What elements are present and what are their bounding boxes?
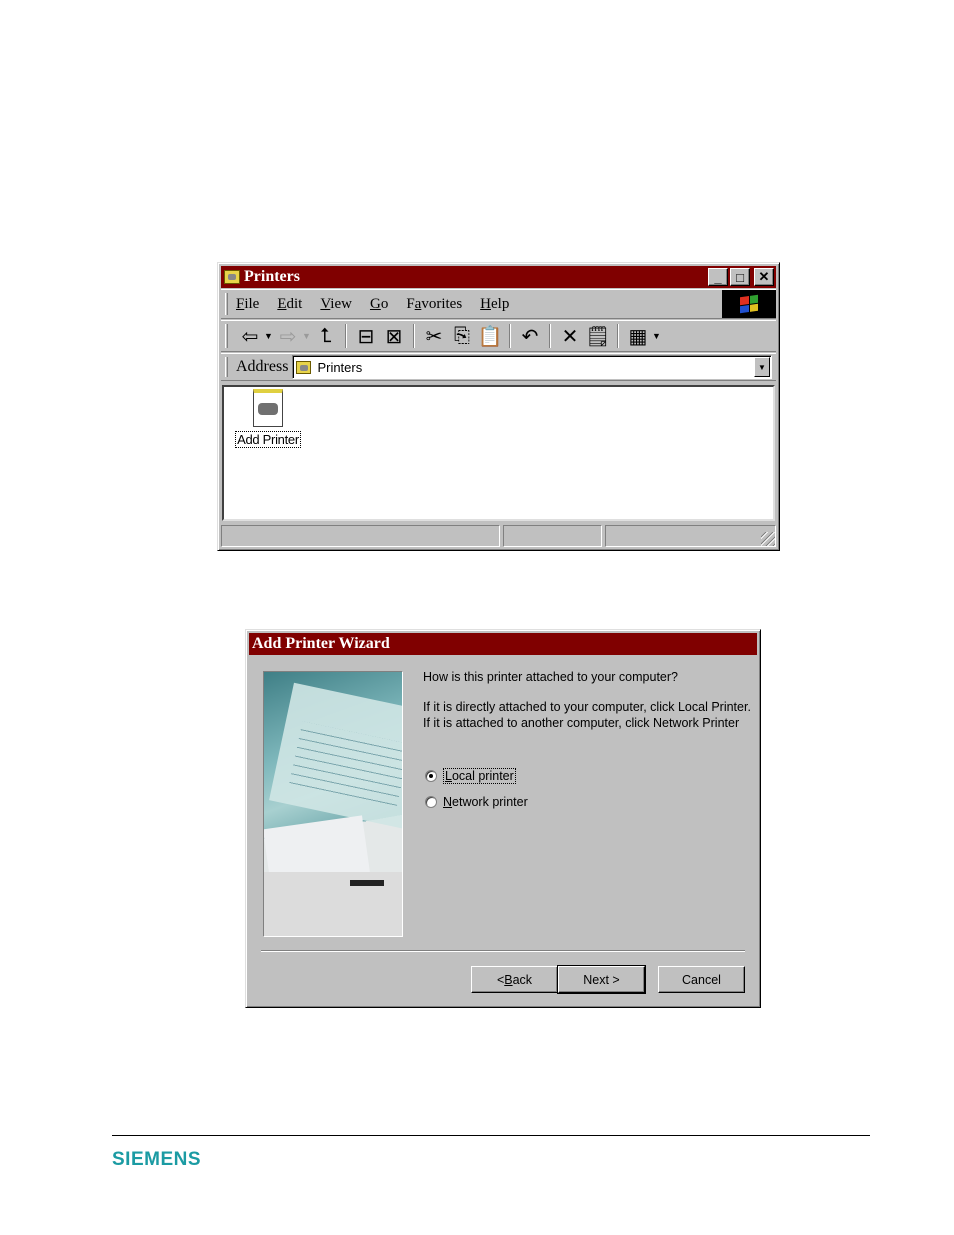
add-printer-label: Add Printer xyxy=(235,431,301,448)
siemens-logo: SIEMENS xyxy=(112,1149,202,1170)
printers-folder-icon xyxy=(296,360,312,374)
status-pane-3 xyxy=(605,525,776,547)
toolbar-separator xyxy=(509,324,511,348)
menu-bar: File Edit View Go Favorites Help xyxy=(221,289,776,319)
wizard-separator xyxy=(261,950,745,952)
menu-go[interactable]: Go xyxy=(370,296,388,313)
folder-content-pane[interactable]: Add Printer xyxy=(222,385,775,521)
address-dropdown-icon[interactable]: ▼ xyxy=(754,357,770,377)
address-grip[interactable] xyxy=(225,356,228,378)
toolbar-separator xyxy=(345,324,347,348)
status-pane-1 xyxy=(221,525,500,547)
menu-help[interactable]: Help xyxy=(480,296,509,313)
views-dropdown-icon[interactable]: ▼ xyxy=(652,331,662,341)
window-title: Printers xyxy=(244,268,300,285)
windows-flag-icon xyxy=(740,294,758,314)
wizard-title-bar[interactable]: Add Printer Wizard xyxy=(249,633,757,655)
local-printer-radio[interactable] xyxy=(425,770,437,782)
map-drive-icon[interactable]: ⊟ xyxy=(352,323,380,349)
local-printer-label[interactable]: Local printer xyxy=(443,768,516,784)
address-value: Printers xyxy=(317,359,363,375)
properties-icon[interactable]: 🗒 xyxy=(584,323,612,349)
minimize-button[interactable]: _ xyxy=(708,268,728,286)
toolbar-separator xyxy=(549,324,551,348)
cut-icon[interactable]: ✂ xyxy=(420,323,448,349)
up-folder-icon[interactable]: ⮤ xyxy=(312,323,340,349)
menu-view[interactable]: View xyxy=(320,296,352,313)
resize-grip[interactable] xyxy=(761,532,775,546)
copy-icon[interactable]: ⎘ xyxy=(448,323,476,349)
printers-title-bar[interactable]: Printers _ □ ✕ xyxy=(221,266,776,288)
wizard-description: If it is directly attached to your compu… xyxy=(423,700,751,730)
local-printer-option[interactable]: Local printer xyxy=(425,768,516,784)
add-printer-wizard: Add Printer Wizard How is this printer a… xyxy=(245,629,761,1008)
standard-toolbar: ⇦ ▼ ⇨ ▼ ⮤ ⊟ ⊠ ✂ ⎘ 📋 ↶ ✕ 🗒 ▦ ▼ xyxy=(221,320,776,352)
menu-favorites[interactable]: Favorites xyxy=(406,296,462,313)
network-printer-label[interactable]: Network printer xyxy=(443,795,528,809)
toolbar-grip[interactable] xyxy=(225,324,228,348)
menu-file[interactable]: File xyxy=(236,296,259,313)
printers-window: Printers _ □ ✕ File Edit View Go Favorit… xyxy=(217,262,780,551)
back-dropdown-icon[interactable]: ▼ xyxy=(264,331,274,341)
back-arrow-icon[interactable]: ⇦ xyxy=(236,323,264,349)
undo-icon[interactable]: ↶ xyxy=(516,323,544,349)
status-bar xyxy=(221,525,776,547)
views-icon[interactable]: ▦ xyxy=(624,323,652,349)
menu-edit[interactable]: Edit xyxy=(277,296,302,313)
delete-icon[interactable]: ✕ xyxy=(556,323,584,349)
maximize-button[interactable]: □ xyxy=(730,268,750,286)
close-button[interactable]: ✕ xyxy=(754,268,774,286)
network-printer-radio[interactable] xyxy=(425,796,437,808)
wizard-question: How is this printer attached to your com… xyxy=(423,670,678,684)
network-printer-option[interactable]: Network printer xyxy=(425,795,528,809)
footer-rule xyxy=(112,1135,870,1136)
status-pane-2 xyxy=(503,525,602,547)
add-printer-icon xyxy=(253,389,283,427)
forward-arrow-icon[interactable]: ⇨ xyxy=(274,323,302,349)
wizard-title: Add Printer Wizard xyxy=(252,635,390,652)
address-input[interactable]: Printers ▼ xyxy=(292,355,772,379)
windows-logo-throbber xyxy=(722,290,776,318)
address-label: Address xyxy=(236,358,289,375)
cancel-button[interactable]: Cancel xyxy=(658,966,745,993)
next-button[interactable]: Next > xyxy=(557,965,646,994)
paste-icon[interactable]: 📋 xyxy=(476,323,504,349)
add-printer-item[interactable]: Add Printer xyxy=(234,389,302,448)
toolbar-separator xyxy=(617,324,619,348)
forward-dropdown-icon[interactable]: ▼ xyxy=(302,331,312,341)
toolbar-separator xyxy=(413,324,415,348)
printers-folder-icon xyxy=(224,270,240,284)
menu-grip[interactable] xyxy=(225,292,228,316)
back-button[interactable]: < Back xyxy=(471,966,558,993)
address-bar: Address Printers ▼ xyxy=(221,353,776,381)
wizard-printer-illustration xyxy=(263,671,403,937)
disconnect-drive-icon[interactable]: ⊠ xyxy=(380,323,408,349)
